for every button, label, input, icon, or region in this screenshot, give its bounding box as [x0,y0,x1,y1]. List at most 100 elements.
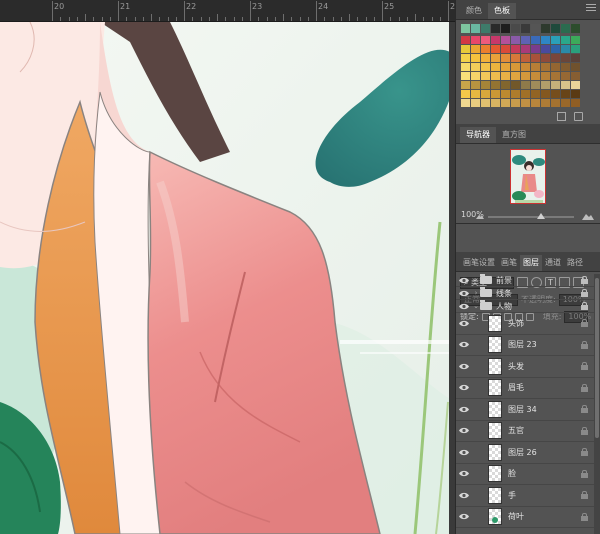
recent-swatch[interactable] [471,24,480,33]
recent-swatch[interactable] [551,24,560,33]
swatch[interactable] [481,63,490,71]
chevron-right-icon[interactable]: › [472,276,480,284]
visibility-eye-icon[interactable] [456,378,472,399]
swatch[interactable] [481,90,490,98]
tab-color[interactable]: 颜色 [460,3,488,19]
swatch[interactable] [541,54,550,62]
swatch[interactable] [501,81,510,89]
swatch[interactable] [481,72,490,80]
swatch[interactable] [501,99,510,107]
document-canvas[interactable] [0,22,455,534]
swatch[interactable] [571,81,580,89]
swatch[interactable] [461,63,470,71]
visibility-eye-icon[interactable] [456,274,472,286]
swatch[interactable] [481,45,490,53]
swatch[interactable] [471,90,480,98]
swatch[interactable] [521,90,530,98]
swatch[interactable] [561,63,570,71]
swatch[interactable] [491,99,500,107]
swatch[interactable] [461,72,470,80]
swatch[interactable] [521,81,530,89]
swatch[interactable] [541,72,550,80]
layer-row[interactable]: 脸 [456,464,594,485]
tab-navigator[interactable]: 导航器 [460,127,496,143]
swatch[interactable] [501,54,510,62]
visibility-eye-icon[interactable] [456,356,472,377]
tab-brushes[interactable]: 画笔 [498,255,520,271]
recent-swatch[interactable] [521,24,530,33]
visibility-eye-icon[interactable] [456,313,472,334]
swatch[interactable] [531,63,540,71]
tab-swatches[interactable]: 色板 [488,3,516,19]
swatch[interactable] [521,99,530,107]
navigator-thumbnail[interactable] [510,149,546,204]
swatch[interactable] [551,45,560,53]
swatch[interactable] [531,45,540,53]
swatch[interactable] [571,63,580,71]
layer-row[interactable]: 头饰 [456,313,594,335]
swatch[interactable] [531,81,540,89]
swatch[interactable] [531,72,540,80]
swatch[interactable] [571,54,580,62]
swatch[interactable] [471,81,480,89]
recent-swatch[interactable] [541,24,550,33]
swatch[interactable] [461,45,470,53]
visibility-eye-icon[interactable] [456,287,472,299]
visibility-eye-icon[interactable] [456,399,472,420]
swatch[interactable] [471,63,480,71]
swatch[interactable] [461,90,470,98]
layer-row[interactable]: 图层 23 [456,335,594,356]
swatch[interactable] [491,36,500,44]
swatch[interactable] [531,90,540,98]
swatch[interactable] [551,99,560,107]
swatch[interactable] [571,36,580,44]
swatch[interactable] [541,36,550,44]
layer-row[interactable]: 头发 [456,356,594,378]
swatch[interactable] [501,36,510,44]
swatch[interactable] [541,45,550,53]
visibility-eye-icon[interactable] [456,442,472,463]
visibility-eye-icon[interactable] [456,464,472,485]
swatch[interactable] [521,72,530,80]
layer-row[interactable]: 五官 [456,421,594,442]
swatch[interactable] [561,99,570,107]
swatch[interactable] [531,36,540,44]
swatch[interactable] [461,54,470,62]
swatch[interactable] [511,45,520,53]
chevron-down-icon[interactable]: ⌄ [472,302,480,310]
layer-row[interactable]: 眉毛 [456,378,594,399]
swatch[interactable] [491,54,500,62]
swatch[interactable] [561,81,570,89]
recent-swatch[interactable] [561,24,570,33]
swatch[interactable] [561,45,570,53]
swatch[interactable] [541,63,550,71]
swatch[interactable] [521,45,530,53]
recent-swatch[interactable] [481,24,490,33]
layer-row[interactable]: 图层 26 [456,442,594,464]
swatch[interactable] [511,54,520,62]
swatch[interactable] [481,54,490,62]
zoom-slider-knob[interactable] [537,213,546,219]
tab-channels[interactable]: 通道 [542,255,564,271]
swatch[interactable] [551,72,560,80]
swatch[interactable] [471,36,480,44]
swatch[interactable] [501,72,510,80]
swatch[interactable] [491,90,500,98]
layer-group-row[interactable]: ⌄ 人物 [456,300,594,313]
swatch[interactable] [491,81,500,89]
swatch[interactable] [461,36,470,44]
swatch[interactable] [511,36,520,44]
swatch[interactable] [551,54,560,62]
swatch[interactable] [471,99,480,107]
swatch[interactable] [501,63,510,71]
layer-row[interactable]: 荷叶 [456,507,594,528]
swatch[interactable] [541,90,550,98]
recent-swatch[interactable] [571,24,580,33]
swatch[interactable] [491,45,500,53]
swatch[interactable] [571,72,580,80]
recent-swatch[interactable] [501,24,510,33]
swatch[interactable] [551,63,560,71]
swatch[interactable] [561,54,570,62]
layer-row[interactable]: 图层 34 [456,399,594,421]
trash-icon[interactable] [574,112,583,121]
